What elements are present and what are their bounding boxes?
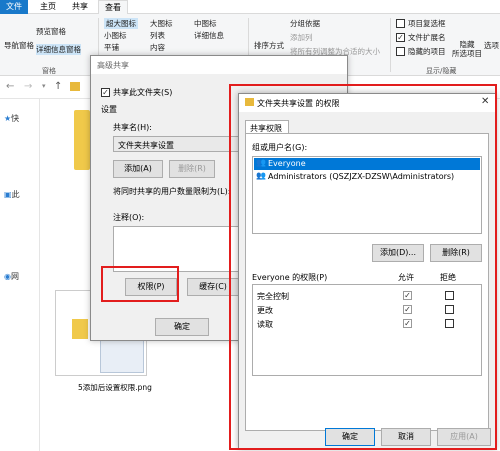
content-option[interactable]: 内容 — [150, 42, 165, 53]
share-folder-label: 共享此文件夹(S) — [113, 88, 173, 97]
tab-view[interactable]: 查看 — [98, 0, 128, 14]
thumbnail-preview — [100, 339, 144, 373]
details-pane-button[interactable]: 详细信息窗格 — [36, 44, 81, 55]
tab-file[interactable]: 文件 — [0, 0, 28, 14]
highlight-box — [229, 84, 497, 450]
medium-icons-option[interactable]: 中图标 — [194, 18, 217, 29]
add-columns-button[interactable]: 添加列 — [290, 32, 313, 43]
xl-icons-option[interactable]: 超大图标 — [104, 18, 138, 29]
ribbon-divider — [390, 18, 391, 72]
large-icons-option[interactable]: 大图标 — [150, 18, 173, 29]
small-icons-option[interactable]: 小图标 — [104, 30, 127, 41]
item-checkboxes-checkbox[interactable] — [396, 19, 405, 28]
sort-by-button[interactable]: 排序方式 — [254, 40, 284, 51]
network-icon: ◉ — [4, 272, 11, 281]
panes-group-label: 窗格 — [42, 67, 56, 75]
nav-item-network[interactable]: ◉网 — [4, 271, 19, 282]
file-ext-checkbox[interactable]: ✓ — [396, 33, 405, 42]
dialog-title: 高级共享 — [97, 61, 129, 70]
show-hide-group-label: 显示/隐藏 — [426, 67, 457, 75]
list-option[interactable]: 列表 — [150, 30, 165, 41]
share-folder-checkbox[interactable]: ✓ — [101, 88, 110, 97]
thumbnail-caption: 5添加后设置权限.png — [78, 383, 152, 392]
nav-item-quick-access[interactable]: ★快 — [4, 113, 19, 124]
add-button[interactable]: 添加(A) — [113, 160, 163, 178]
settings-label: 设置 — [101, 105, 117, 114]
comment-label: 注释(O): — [113, 213, 145, 222]
item-checkboxes-label: 项目复选框 — [408, 19, 446, 28]
forward-icon[interactable]: → — [24, 81, 32, 92]
details-option[interactable]: 详细信息 — [194, 30, 224, 41]
nav-item-this-pc[interactable]: ▣此 — [4, 189, 20, 200]
computer-icon: ▣ — [4, 190, 12, 199]
tab-home[interactable]: 主页 — [34, 0, 62, 14]
chevron-down-icon[interactable]: ▾ — [42, 82, 46, 90]
highlight-box — [101, 266, 179, 302]
tiles-option[interactable]: 平铺 — [104, 42, 119, 53]
delete-button[interactable]: 删除(R) — [169, 160, 215, 178]
group-by-button[interactable]: 分组依据 — [290, 18, 320, 29]
file-ext-label: 文件扩展名 — [408, 33, 446, 42]
share-name-select[interactable]: 文件夹共享设置 — [113, 136, 239, 152]
options-button[interactable]: 选项 — [484, 40, 499, 51]
folder-icon — [72, 319, 88, 339]
up-icon[interactable]: ↑ — [54, 81, 62, 92]
navigation-pane: ★快 ▣此 ◉网 — [0, 99, 40, 451]
tab-share[interactable]: 共享 — [66, 0, 94, 14]
folder-icon — [74, 110, 90, 170]
limit-label: 将同时共享的用户数量限制为(L): — [113, 187, 231, 196]
ok-button[interactable]: 确定 — [155, 318, 209, 336]
ribbon-tabs: 文件 主页 共享 查看 — [0, 0, 500, 14]
preview-pane-button[interactable]: 预览窗格 — [36, 26, 66, 37]
hidden-items-checkbox[interactable] — [396, 47, 405, 56]
share-name-label: 共享名(H): — [113, 123, 152, 132]
folder-icon — [70, 82, 80, 91]
hidden-items-label: 隐藏的项目 — [408, 47, 446, 56]
hide-selected-button[interactable]: 隐藏 所选项目 — [452, 40, 482, 58]
title-bar — [91, 56, 347, 74]
nav-pane-button[interactable]: 导航窗格 — [4, 40, 34, 51]
back-icon[interactable]: ← — [6, 81, 14, 92]
